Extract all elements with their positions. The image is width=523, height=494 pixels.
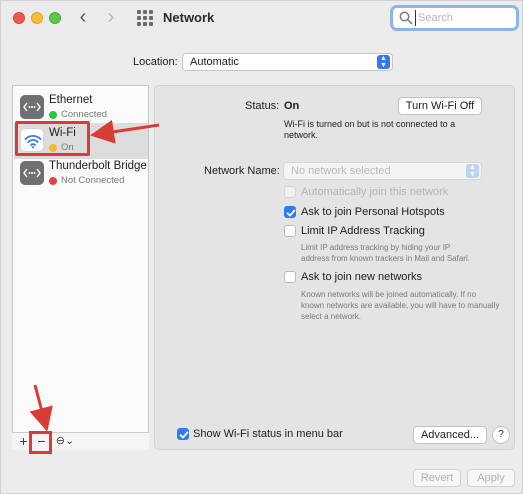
checkmark-icon: [179, 431, 189, 439]
zoom-window-button[interactable]: [49, 12, 61, 24]
checkmark-icon: [286, 209, 296, 217]
wifi-highlight-box: [15, 121, 90, 156]
status-label: Status:: [245, 100, 280, 112]
location-value: Automatic: [190, 56, 239, 68]
location-select[interactable]: Automatic ▲ ▼: [182, 53, 393, 71]
auto-join-label: Automatically join this network: [301, 186, 449, 198]
ask-new-networks-checkbox[interactable]: [284, 271, 296, 283]
action-menu-button[interactable]: ⊖⌄: [54, 433, 76, 450]
limit-ip-tracking-checkbox[interactable]: [284, 225, 296, 237]
advanced-button[interactable]: Advanced...: [413, 426, 487, 444]
network-preferences-window: ‹ › Network Location: Automatic ▲▼: [0, 0, 523, 494]
network-name-placeholder: No network selected: [291, 165, 391, 177]
search-input[interactable]: [415, 10, 511, 26]
network-name-select[interactable]: No network selected ▲ ▼: [283, 162, 482, 180]
thunderbolt-bridge-icon: [20, 161, 44, 185]
remove-button-highlight-box: [29, 431, 52, 454]
select-stepper-icon: ▲ ▼: [377, 55, 390, 69]
ethernet-icon: [20, 95, 44, 119]
ask-hotspots-checkbox[interactable]: [284, 206, 296, 218]
show-wifi-status-label: Show Wi-Fi status in menu bar: [193, 428, 343, 440]
sidebar-item-thunderbolt-bridge[interactable]: Thunderbolt Bridge Not Connected: [14, 156, 148, 192]
turn-wifi-off-button[interactable]: Turn Wi-Fi Off: [398, 97, 482, 115]
sidebar-item-status: Connected: [61, 109, 107, 120]
title-bar: ‹ › Network: [1, 1, 522, 37]
sidebar-item-label: Thunderbolt Bridge: [49, 160, 147, 172]
limit-ip-tracking-help: Limit IP address tracking by hiding your…: [301, 243, 470, 263]
search-icon: [399, 11, 413, 25]
close-window-button[interactable]: [13, 12, 25, 24]
ask-new-networks-label: Ask to join new networks: [301, 271, 423, 283]
revert-button[interactable]: Revert: [413, 469, 461, 487]
search-field[interactable]: [390, 5, 519, 31]
apply-button[interactable]: Apply: [467, 469, 515, 487]
location-label: Location:: [133, 56, 178, 68]
limit-ip-tracking-label: Limit IP Address Tracking: [301, 225, 425, 237]
status-description: Wi-Fi is turned on but is not connected …: [284, 119, 456, 140]
show-wifi-status-checkbox[interactable]: [177, 428, 189, 440]
forward-arrow-icon[interactable]: ›: [102, 7, 120, 29]
back-arrow-icon[interactable]: ‹: [74, 7, 92, 29]
help-button[interactable]: ?: [492, 426, 510, 444]
auto-join-checkbox[interactable]: [284, 186, 296, 198]
status-value: On: [284, 100, 300, 112]
network-name-label: Network Name:: [204, 165, 280, 177]
wifi-settings-panel: Status: On Turn Wi-Fi Off Wi-Fi is turne…: [154, 85, 515, 450]
sidebar-item-status: Not Connected: [61, 175, 125, 186]
sidebar-item-label: Ethernet: [49, 94, 93, 106]
ask-new-networks-help: Known networks will be joined automatica…: [301, 290, 500, 321]
minimize-window-button[interactable]: [31, 12, 43, 24]
status-dot-green: [49, 111, 57, 119]
status-dot-red: [49, 177, 57, 185]
ask-hotspots-label: Ask to join Personal Hotspots: [301, 206, 445, 218]
window-title: Network: [163, 10, 215, 25]
select-stepper-icon: ▲ ▼: [466, 164, 479, 178]
show-all-grid-icon[interactable]: [137, 10, 153, 26]
